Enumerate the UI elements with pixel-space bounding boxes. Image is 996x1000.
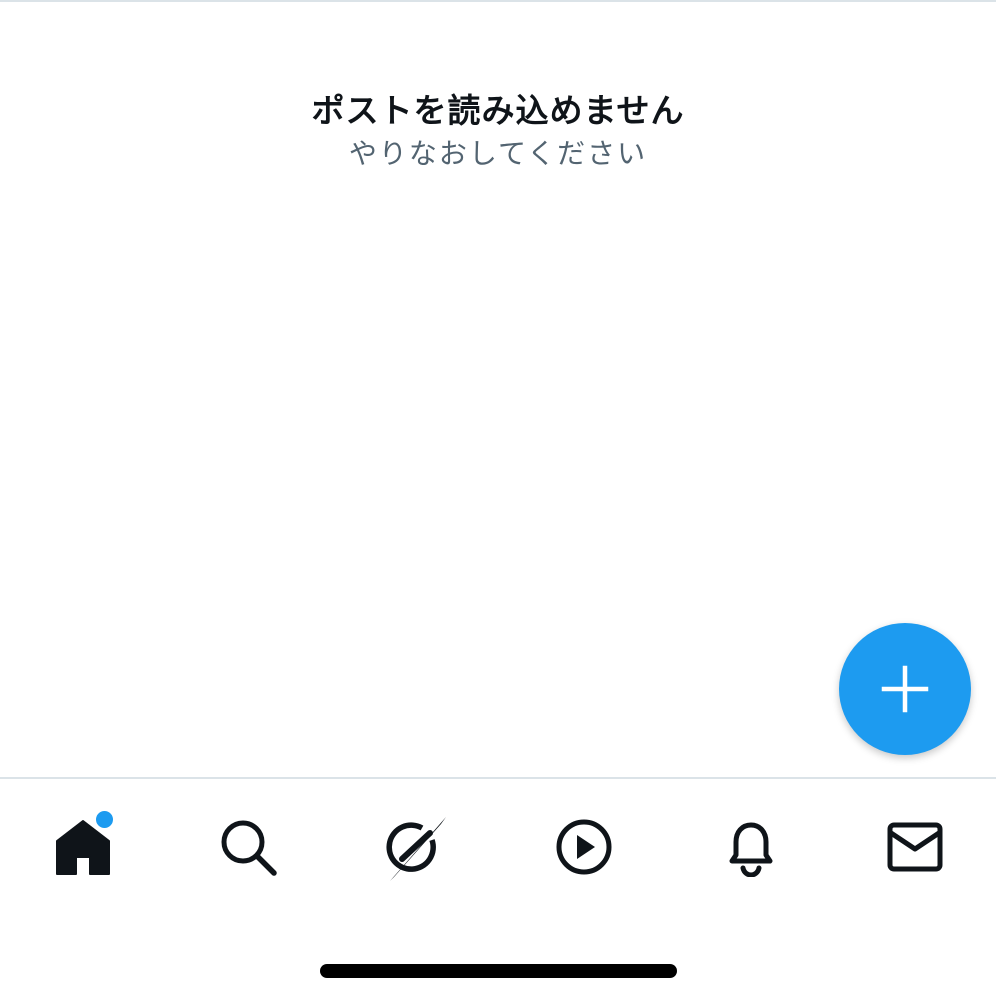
tab-notifications[interactable] — [711, 807, 791, 887]
home-indicator[interactable] — [320, 964, 677, 978]
tab-grok[interactable] — [376, 807, 456, 887]
retry-prompt[interactable]: やりなおしてください — [0, 134, 996, 174]
mail-icon — [887, 822, 943, 872]
tab-messages[interactable] — [875, 807, 955, 887]
error-title: ポストを読み込めません — [311, 91, 685, 130]
top-divider — [0, 0, 996, 2]
home-unread-badge — [94, 809, 115, 830]
bell-icon — [729, 822, 773, 877]
grok-icon — [386, 817, 446, 881]
plus-icon — [881, 665, 929, 713]
tab-video[interactable] — [544, 807, 624, 887]
tab-home[interactable] — [43, 807, 123, 887]
search-icon — [221, 820, 277, 876]
timeline-screen: ポストを読み込めません やりなおしてください — [0, 0, 996, 1000]
play-icon — [556, 819, 612, 875]
bottom-tab-bar — [0, 779, 996, 909]
tab-search[interactable] — [209, 807, 289, 887]
error-message: ポストを読み込めません やりなおしてください — [0, 88, 996, 174]
compose-post-button[interactable] — [839, 623, 971, 755]
